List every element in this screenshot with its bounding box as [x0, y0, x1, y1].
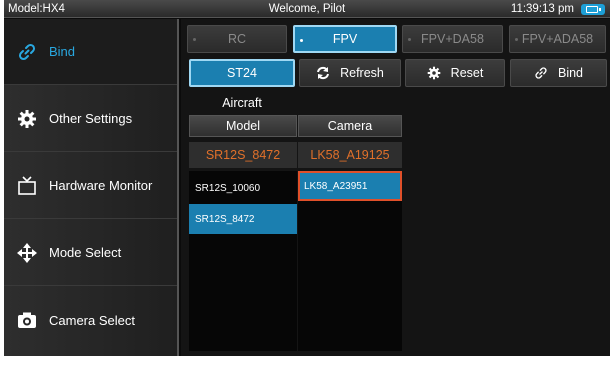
current-model: SR12S_8472 [189, 142, 297, 168]
refresh-button[interactable]: Refresh [299, 59, 401, 87]
st24-label: ST24 [227, 66, 257, 80]
camera-icon [16, 309, 38, 331]
sidebar: Bind Other Settings Hardware Monitor Mod… [4, 19, 179, 356]
model-list-item[interactable]: SR12S_10060 [189, 173, 297, 203]
sidebar-item-label: Camera Select [49, 312, 135, 328]
clock: 11:39:13 pm [510, 3, 574, 15]
current-camera: LK58_A19125 [298, 142, 402, 168]
gear-icon [427, 66, 441, 80]
aircraft-label: Aircraft [222, 96, 262, 110]
sidebar-item-other-settings[interactable]: Other Settings [4, 86, 177, 152]
bind-panel: RC FPV FPV+DA58 FPV+ADA58 ST24 Refresh R… [181, 19, 610, 356]
st24-button[interactable]: ST24 [189, 59, 295, 87]
reset-label: Reset [450, 66, 484, 80]
model-list: SR12S_10060 SR12S_8472 [189, 171, 297, 351]
gear-icon [16, 108, 38, 130]
sidebar-item-hardware-monitor[interactable]: Hardware Monitor [4, 153, 177, 219]
sidebar-item-label: Mode Select [49, 245, 122, 260]
move-arrows-icon [16, 242, 38, 264]
mode-fpv-ada58-label: FPV+ADA58 [521, 32, 594, 46]
mode-fpv-label: FPV [332, 32, 358, 46]
camera-list-item-selected[interactable]: LK58_A23951 [298, 171, 402, 201]
refresh-label: Refresh [340, 66, 384, 80]
camera-column-header: Camera [298, 115, 402, 137]
mode-fpv-button[interactable]: FPV [293, 25, 397, 53]
status-bar: Model:HX4 Welcome, Pilot 11:39:13 pm [4, 0, 610, 18]
link-icon [16, 41, 38, 63]
reset-button[interactable]: Reset [405, 59, 505, 87]
refresh-icon [316, 66, 330, 80]
model-column-header: Model [189, 115, 297, 137]
model-list-item-selected[interactable]: SR12S_8472 [189, 204, 297, 234]
bind-label: Bind [557, 66, 584, 80]
bind-button[interactable]: Bind [510, 59, 607, 87]
camera-list: LK58_A23951 [298, 171, 402, 351]
screen: Model:HX4 Welcome, Pilot 11:39:13 pm Bin… [4, 0, 610, 356]
sidebar-item-label: Bind [49, 44, 76, 59]
mode-rc-label: RC [227, 32, 247, 46]
sidebar-item-camera-select[interactable]: Camera Select [4, 287, 177, 353]
monitor-icon [16, 175, 38, 197]
battery-icon [581, 4, 605, 15]
mode-fpv-ada58-button[interactable]: FPV+ADA58 [509, 25, 606, 53]
mode-fpv-da58-label: FPV+DA58 [421, 32, 484, 46]
mode-fpv-da58-button[interactable]: FPV+DA58 [402, 25, 503, 53]
sidebar-item-mode-select[interactable]: Mode Select [4, 220, 177, 286]
sidebar-item-label: Other Settings [49, 111, 133, 126]
link-icon [534, 66, 548, 80]
mode-rc-button[interactable]: RC [187, 25, 287, 53]
sidebar-item-label: Hardware Monitor [49, 178, 153, 193]
sidebar-item-bind[interactable]: Bind [4, 19, 177, 85]
